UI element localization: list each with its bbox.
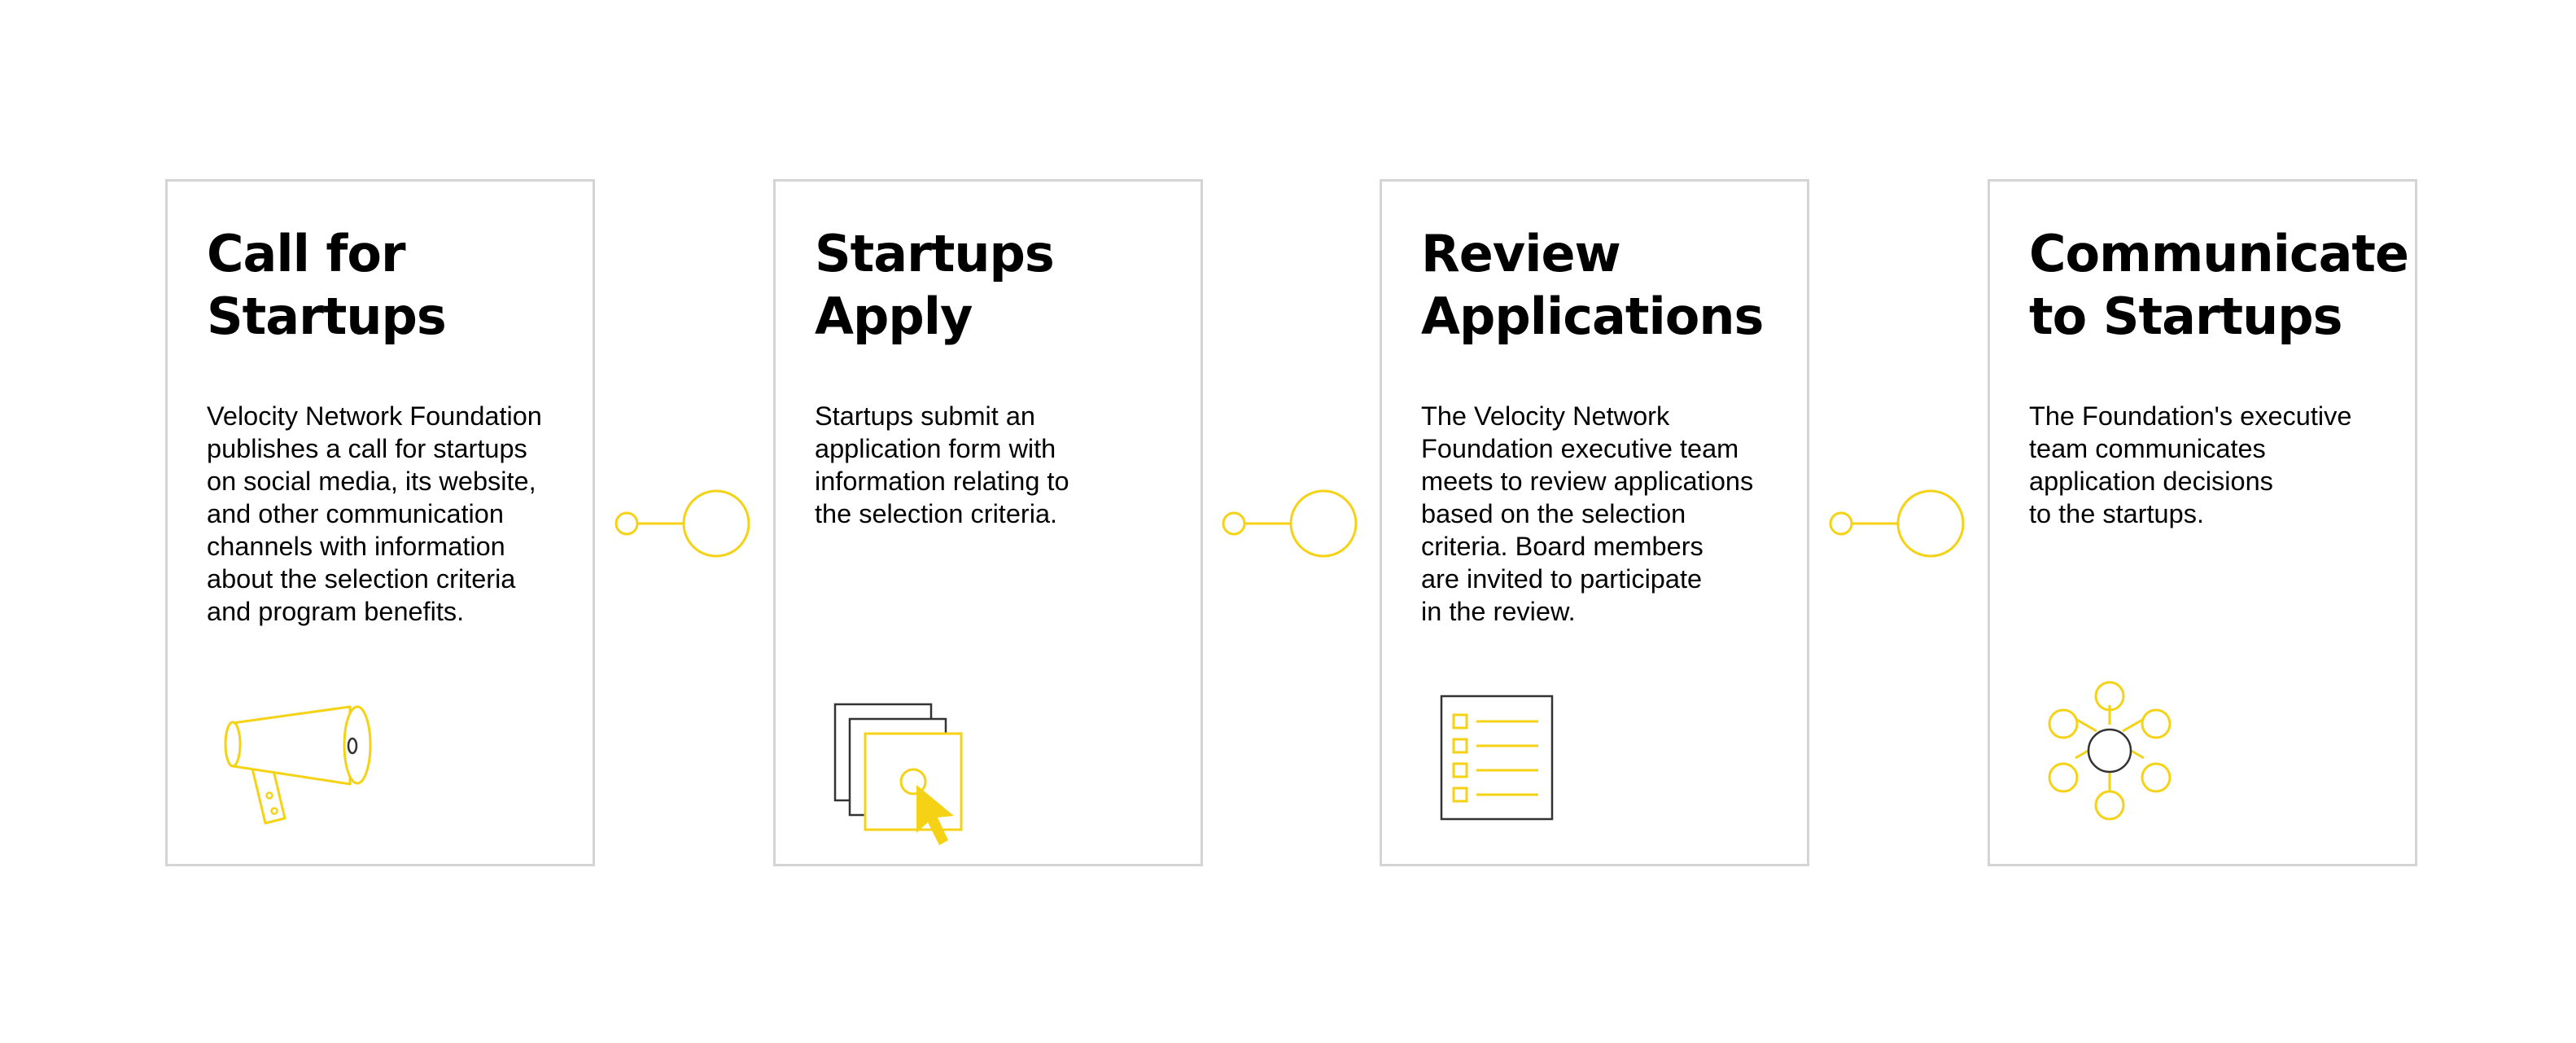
- step-card-review-applications: Review Applications The Velocity Network…: [1380, 179, 1809, 866]
- connector-icon: [614, 489, 750, 558]
- connector-icon: [1222, 489, 1358, 558]
- megaphone-icon: [224, 705, 372, 825]
- network-hub-icon: [2048, 681, 2171, 821]
- checklist-icon: [1440, 695, 1554, 821]
- step-card-communicate-to-startups: Communicate to Startups The Foundation's…: [1988, 179, 2417, 866]
- connector-icon: [1829, 489, 1965, 558]
- step-card-startups-apply: Startups Apply Startups submit an applic…: [773, 179, 1203, 866]
- step-card-call-for-startups: Call for Startups Velocity Network Found…: [165, 179, 595, 866]
- application-form-click-icon: [833, 703, 963, 845]
